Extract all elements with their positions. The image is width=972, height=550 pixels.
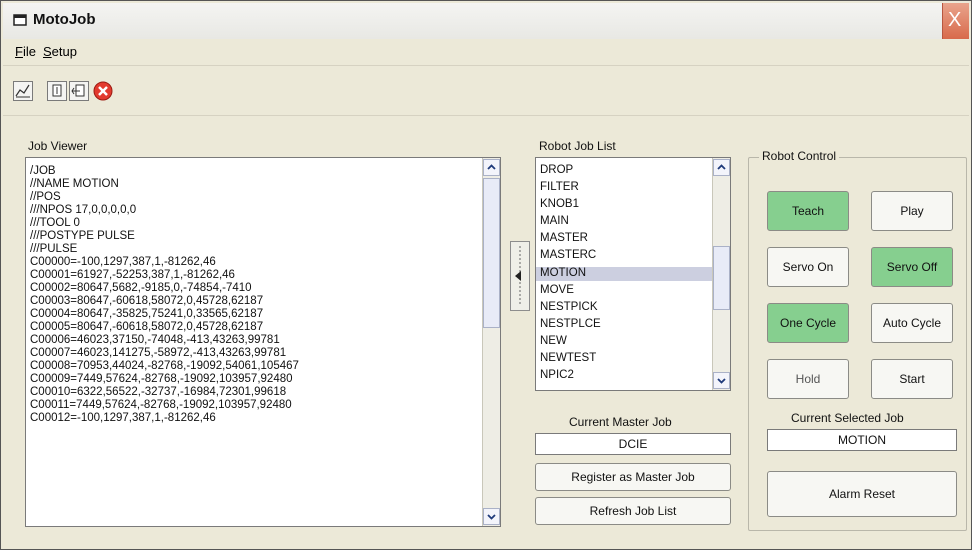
job-line: C00012=-100,1297,387,1,-81262,46 bbox=[30, 412, 216, 424]
scroll-up-button[interactable] bbox=[483, 159, 500, 176]
job-line: /JOB bbox=[30, 165, 56, 177]
teach-button[interactable]: Teach bbox=[767, 191, 849, 231]
job-line: C00008=70953,44024,-82768,-19092,54061,1… bbox=[30, 360, 299, 372]
list-item-selected[interactable]: MOTION bbox=[540, 267, 586, 280]
list-item[interactable]: DROP bbox=[540, 164, 573, 177]
list-item[interactable]: NEWTEST bbox=[540, 352, 596, 365]
job-line: C00000=-100,1297,387,1,-81262,46 bbox=[30, 256, 216, 268]
job-line: ///POSTYPE PULSE bbox=[30, 230, 135, 242]
list-item[interactable]: MASTERC bbox=[540, 249, 596, 262]
register-master-job-button[interactable]: Register as Master Job bbox=[535, 463, 731, 491]
app-window: MotoJob X File Setup Job Viewer /JOB //N… bbox=[0, 0, 972, 550]
close-icon: X bbox=[948, 9, 962, 31]
list-item[interactable]: KNOB1 bbox=[540, 198, 579, 211]
close-button[interactable]: X bbox=[942, 3, 969, 39]
chevron-up-icon bbox=[487, 164, 496, 170]
job-viewer-label: Job Viewer bbox=[28, 139, 88, 153]
robot-control-title: Robot Control bbox=[759, 149, 840, 163]
job-line: ///NPOS 17,0,0,0,0,0 bbox=[30, 204, 137, 216]
chevron-down-icon bbox=[717, 378, 726, 384]
scroll-up-button[interactable] bbox=[713, 159, 730, 176]
current-selected-job-field[interactable]: MOTION bbox=[767, 429, 957, 451]
arrow-left-icon bbox=[515, 246, 521, 306]
job-line: C00006=46023,37150,-74048,-413,43263,997… bbox=[30, 334, 280, 346]
job-list-scrollbar[interactable] bbox=[712, 158, 730, 390]
menu-file[interactable]: File bbox=[15, 44, 36, 59]
menu-bar: File Setup bbox=[3, 41, 969, 66]
job-line: C00002=80647,5682,-9185,0,-74854,-7410 bbox=[30, 282, 252, 294]
job-viewer-text[interactable]: /JOB //NAME MOTION //POS ///NPOS 17,0,0,… bbox=[25, 157, 501, 527]
job-viewer-scrollbar[interactable] bbox=[482, 158, 500, 526]
job-line: C00007=46023,141275,-58972,-413,43263,99… bbox=[30, 347, 287, 359]
job-line: //POS bbox=[30, 191, 61, 203]
start-button[interactable]: Start bbox=[871, 359, 953, 399]
toolbar bbox=[3, 67, 969, 116]
chevron-up-icon bbox=[717, 164, 726, 170]
job-line: ///TOOL 0 bbox=[30, 217, 80, 229]
list-item[interactable]: MAIN bbox=[540, 215, 569, 228]
window-title: MotoJob bbox=[33, 11, 96, 28]
list-item[interactable]: NEW bbox=[540, 335, 567, 348]
robot-job-list[interactable]: DROP FILTER KNOB1 MAIN MASTER MASTERC MO… bbox=[535, 157, 731, 391]
servo-off-button[interactable]: Servo Off bbox=[871, 247, 953, 287]
current-selected-job-label: Current Selected Job bbox=[791, 411, 904, 425]
job-line: C00010=6322,56522,-32737,-16984,72301,99… bbox=[30, 386, 287, 398]
current-master-job-field[interactable]: DCIE bbox=[535, 433, 731, 455]
app-icon bbox=[13, 14, 27, 26]
current-master-job-label: Current Master Job bbox=[569, 415, 672, 429]
list-item[interactable]: NESTPICK bbox=[540, 301, 598, 314]
robot-job-list-label: Robot Job List bbox=[539, 139, 616, 153]
job-line: C00004=80647,-35825,75241,0,33565,62187 bbox=[30, 308, 264, 320]
panel-splitter[interactable] bbox=[510, 241, 530, 311]
list-item[interactable]: MASTER bbox=[540, 232, 588, 245]
list-item[interactable]: NESTPLCE bbox=[540, 318, 601, 331]
alarm-reset-button[interactable]: Alarm Reset bbox=[767, 471, 957, 517]
job-line: C00003=80647,-60618,58072,0,45728,62187 bbox=[30, 295, 264, 307]
job-line: C00009=7449,57624,-82768,-19092,103957,9… bbox=[30, 373, 293, 385]
job-line: C00005=80647,-60618,58072,0,45728,62187 bbox=[30, 321, 264, 333]
chart-icon[interactable] bbox=[13, 81, 33, 101]
scroll-down-button[interactable] bbox=[713, 372, 730, 389]
job-line: C00001=61927,-52253,387,1,-81262,46 bbox=[30, 269, 235, 281]
title-bar[interactable]: MotoJob X bbox=[3, 3, 969, 39]
list-item[interactable]: NPIC2 bbox=[540, 369, 574, 382]
auto-cycle-button[interactable]: Auto Cycle bbox=[871, 303, 953, 343]
document-icon[interactable] bbox=[47, 81, 67, 101]
scroll-thumb[interactable] bbox=[713, 246, 730, 310]
stop-icon[interactable] bbox=[93, 81, 113, 101]
chevron-down-icon bbox=[487, 514, 496, 520]
list-item[interactable]: FILTER bbox=[540, 181, 579, 194]
job-edit-icon[interactable] bbox=[69, 81, 89, 101]
refresh-job-list-button[interactable]: Refresh Job List bbox=[535, 497, 731, 525]
servo-on-button[interactable]: Servo On bbox=[767, 247, 849, 287]
scroll-thumb[interactable] bbox=[483, 178, 500, 328]
job-line: C00011=7449,57624,-82768,-19092,103957,9… bbox=[30, 399, 292, 411]
scroll-down-button[interactable] bbox=[483, 508, 500, 525]
list-item[interactable]: MOVE bbox=[540, 284, 574, 297]
play-button[interactable]: Play bbox=[871, 191, 953, 231]
job-line: //NAME MOTION bbox=[30, 178, 119, 190]
job-line: ///PULSE bbox=[30, 243, 78, 255]
menu-setup[interactable]: Setup bbox=[43, 44, 77, 59]
one-cycle-button[interactable]: One Cycle bbox=[767, 303, 849, 343]
hold-button[interactable]: Hold bbox=[767, 359, 849, 399]
